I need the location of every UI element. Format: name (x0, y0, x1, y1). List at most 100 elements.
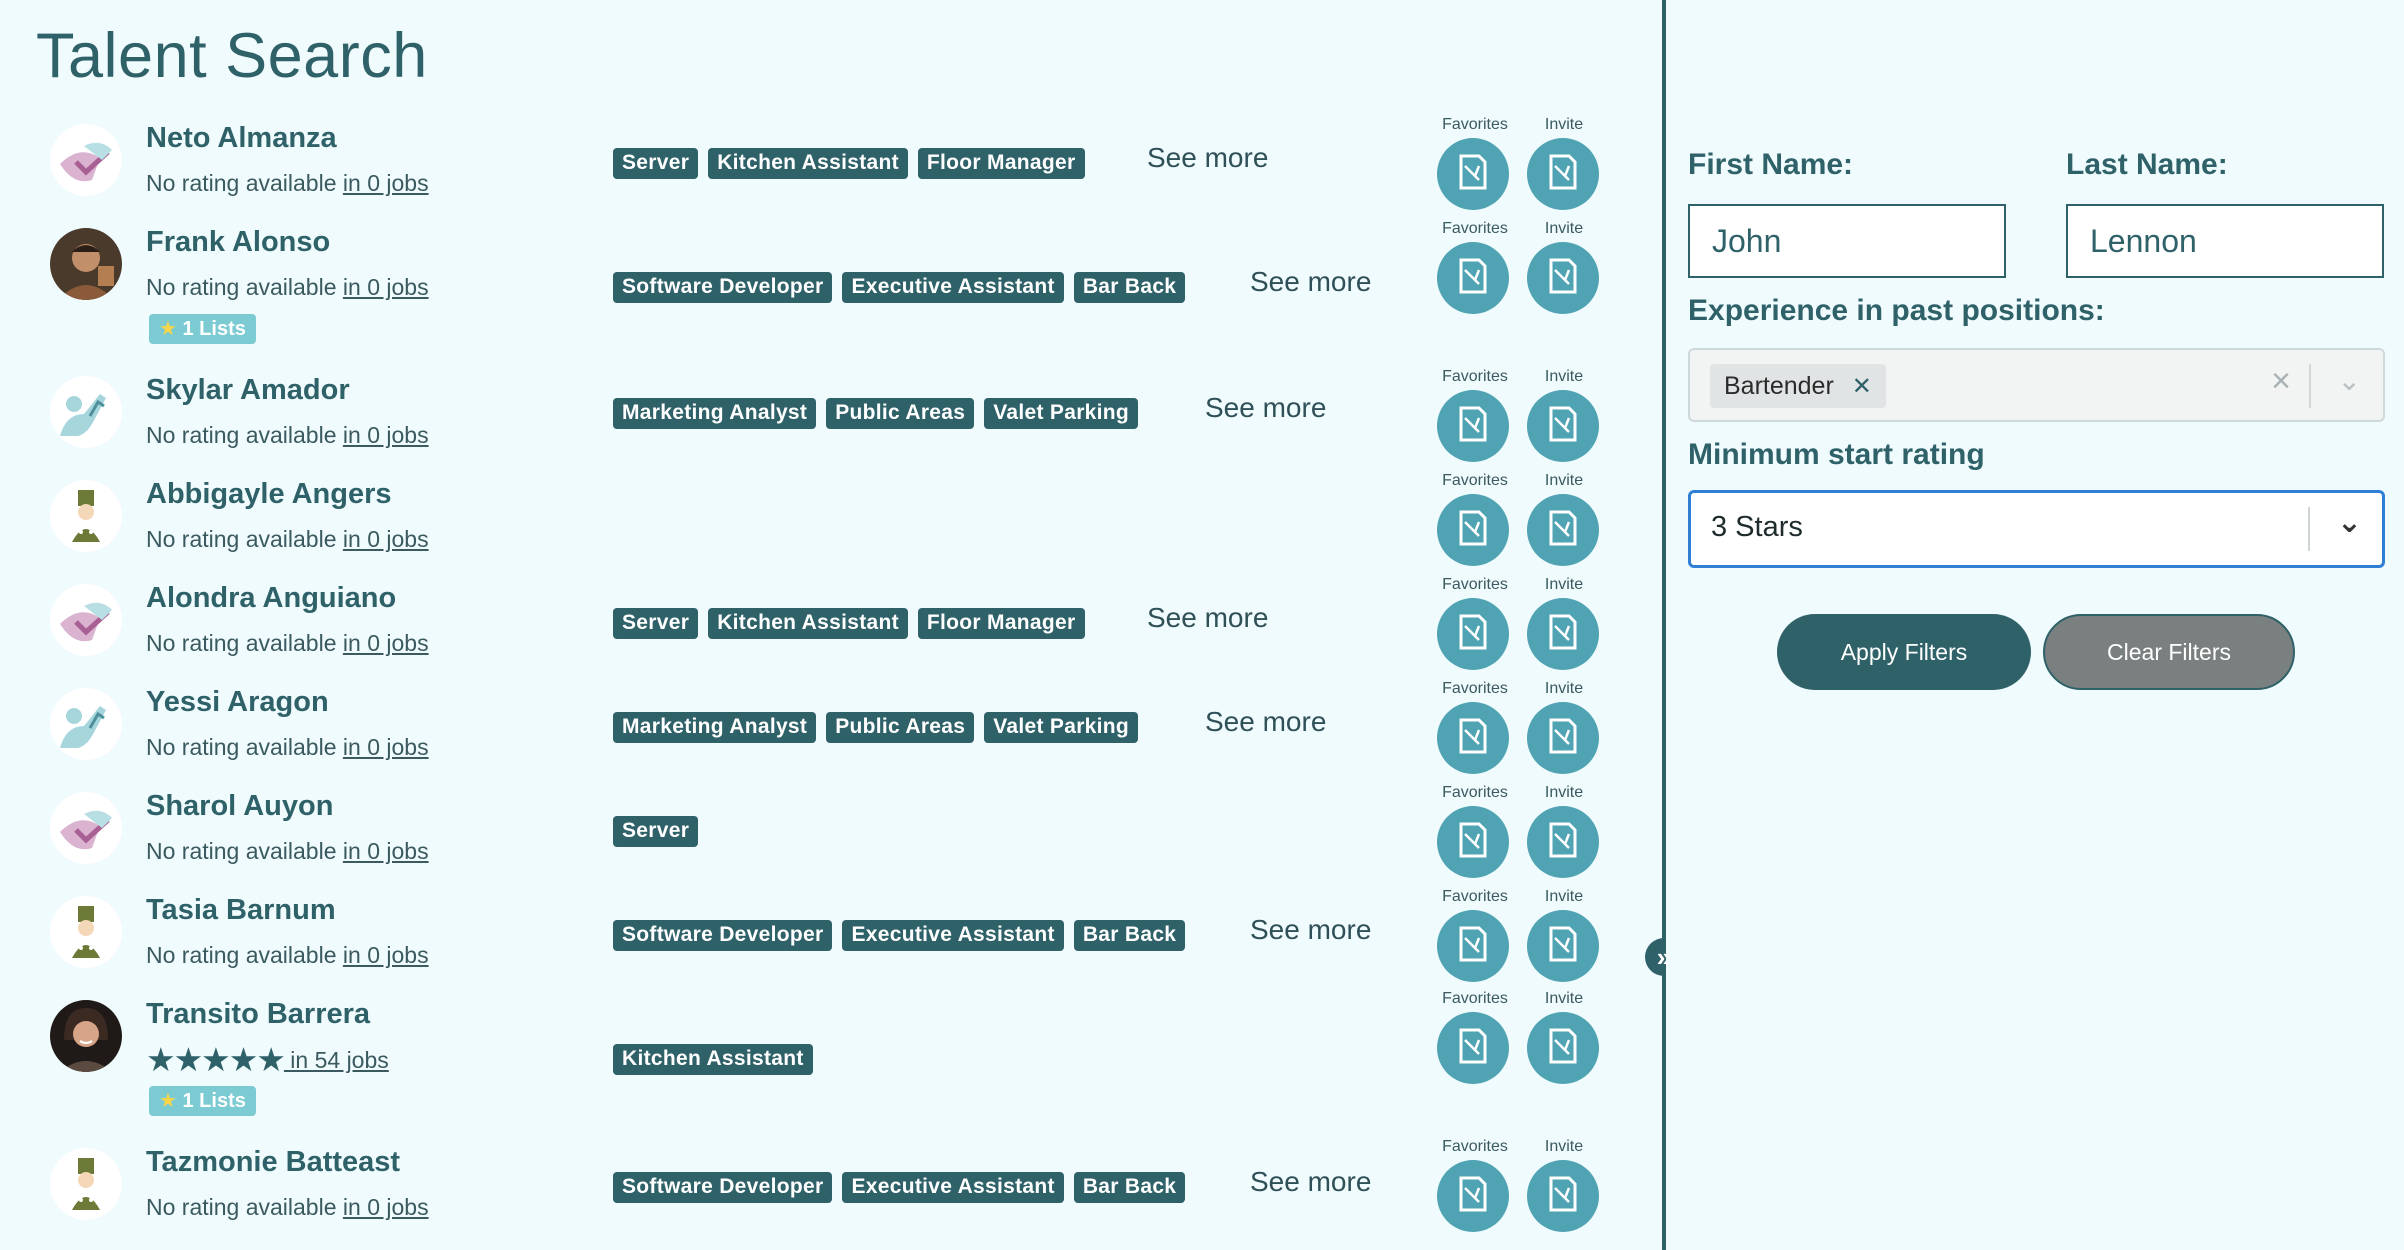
invite-button[interactable] (1527, 702, 1599, 774)
chevron-down-icon[interactable]: ⌄ (2338, 364, 2361, 397)
add-to-favorites-button[interactable] (1437, 1160, 1509, 1232)
position-tag: Bar Back (1073, 1172, 1186, 1203)
first-name-input[interactable] (1688, 204, 2006, 278)
experience-multiselect[interactable]: Bartender ✕ × ⌄ (1688, 348, 2385, 422)
document-icon (1543, 256, 1583, 301)
position-tag: Floor Manager (917, 608, 1085, 639)
candidate-rating: No rating available in 0 jobs (146, 734, 429, 761)
rating-text: No rating available (146, 838, 337, 864)
favorites-label: Favorites (1442, 116, 1508, 133)
invite-button[interactable] (1527, 910, 1599, 982)
candidate-rating: No rating available in 0 jobs (146, 838, 429, 865)
candidate-name[interactable]: Alondra Anguiano (146, 582, 396, 615)
position-tags: Server Kitchen Assistant Floor Manager (613, 608, 1085, 639)
last-name-input[interactable] (2066, 204, 2384, 278)
invite-label: Invite (1544, 368, 1584, 385)
candidate-name[interactable]: Tazmonie Batteast (146, 1146, 400, 1179)
jobs-link[interactable]: in 54 jobs (284, 1047, 388, 1073)
invite-button[interactable] (1527, 806, 1599, 878)
select-separator (2308, 507, 2310, 551)
candidate-name[interactable]: Tasia Barnum (146, 894, 336, 927)
lists-badge[interactable]: ★ 1 Lists (149, 314, 256, 344)
invite-button[interactable] (1527, 598, 1599, 670)
add-to-favorites-button[interactable] (1437, 598, 1509, 670)
invite-button[interactable] (1527, 138, 1599, 210)
rating-text: No rating available (146, 170, 337, 196)
see-more-link[interactable]: See more (1205, 706, 1326, 738)
favorites-label: Favorites (1442, 1138, 1508, 1155)
see-more-link[interactable]: See more (1250, 266, 1371, 298)
position-tag: Valet Parking (984, 398, 1139, 429)
apply-filters-button[interactable]: Apply Filters (1777, 614, 2031, 690)
position-tag: Valet Parking (984, 712, 1139, 743)
invite-label: Invite (1544, 1138, 1584, 1155)
clear-selection-icon[interactable]: × (2271, 362, 2291, 401)
invite-button[interactable] (1527, 1160, 1599, 1232)
candidate-name[interactable]: Sharol Auyon (146, 790, 333, 823)
position-tag: Marketing Analyst (613, 712, 817, 743)
document-icon (1453, 1174, 1493, 1219)
document-icon (1453, 612, 1493, 657)
position-tags: Marketing Analyst Public Areas Valet Parki… (613, 398, 1139, 429)
candidate-name[interactable]: Transito Barrera (146, 998, 370, 1031)
position-tag: Software Developer (613, 272, 833, 303)
candidate-name[interactable]: Abbigayle Angers (146, 478, 391, 511)
jobs-link[interactable]: in 0 jobs (343, 170, 429, 196)
rating-text: No rating available (146, 274, 337, 300)
jobs-link[interactable]: in 0 jobs (343, 838, 429, 864)
candidate-rating: No rating available in 0 jobs (146, 274, 429, 301)
jobs-link[interactable]: in 0 jobs (343, 942, 429, 968)
favorites-label: Favorites (1442, 990, 1508, 1007)
lists-badge[interactable]: ★ 1 Lists (149, 1086, 256, 1116)
chip-label: Bartender (1724, 371, 1834, 400)
see-more-link[interactable]: See more (1147, 142, 1268, 174)
avatar (50, 1000, 122, 1072)
see-more-link[interactable]: See more (1250, 1166, 1371, 1198)
jobs-link[interactable]: in 0 jobs (343, 734, 429, 760)
invite-button[interactable] (1527, 494, 1599, 566)
candidate-name[interactable]: Neto Almanza (146, 122, 337, 155)
add-to-favorites-button[interactable] (1437, 138, 1509, 210)
position-tag: Kitchen Assistant (613, 1044, 813, 1075)
add-to-favorites-button[interactable] (1437, 910, 1509, 982)
candidate-name[interactable]: Yessi Aragon (146, 686, 329, 719)
position-tag: Bar Back (1073, 272, 1186, 303)
see-more-link[interactable]: See more (1205, 392, 1326, 424)
star-icon: ★ (159, 318, 177, 340)
star-icon: ★ (159, 1090, 177, 1112)
favorites-label: Favorites (1442, 784, 1508, 801)
add-to-favorites-button[interactable] (1437, 1012, 1509, 1084)
candidate-name[interactable]: Skylar Amador (146, 374, 350, 407)
document-icon (1543, 820, 1583, 865)
jobs-link[interactable]: in 0 jobs (343, 274, 429, 300)
position-tags: Server Kitchen Assistant Floor Manager (613, 148, 1085, 179)
candidate-name[interactable]: Frank Alonso (146, 226, 330, 259)
position-tag: Public Areas (826, 398, 975, 429)
document-icon (1453, 820, 1493, 865)
invite-label: Invite (1544, 990, 1584, 1007)
document-icon (1543, 716, 1583, 761)
position-tags: Software Developer Executive Assistant Bar… (613, 272, 1186, 303)
add-to-favorites-button[interactable] (1437, 806, 1509, 878)
add-to-favorites-button[interactable] (1437, 390, 1509, 462)
see-more-link[interactable]: See more (1250, 914, 1371, 946)
min-rating-select[interactable]: 3 Stars ⌄ (1688, 490, 2385, 568)
avatar (50, 1148, 122, 1220)
jobs-link[interactable]: in 0 jobs (343, 1194, 429, 1220)
jobs-link[interactable]: in 0 jobs (343, 422, 429, 448)
jobs-link[interactable]: in 0 jobs (343, 630, 429, 656)
add-to-favorites-button[interactable] (1437, 702, 1509, 774)
clear-filters-button[interactable]: Clear Filters (2043, 614, 2295, 690)
add-to-favorites-button[interactable] (1437, 242, 1509, 314)
chevron-down-icon: ⌄ (2336, 506, 2362, 539)
jobs-link[interactable]: in 0 jobs (343, 526, 429, 552)
invite-button[interactable] (1527, 1012, 1599, 1084)
invite-button[interactable] (1527, 242, 1599, 314)
avatar (50, 896, 122, 968)
candidate-rating: No rating available in 0 jobs (146, 170, 429, 197)
see-more-link[interactable]: See more (1147, 602, 1268, 634)
add-to-favorites-button[interactable] (1437, 494, 1509, 566)
rating-text: No rating available (146, 942, 337, 968)
invite-button[interactable] (1527, 390, 1599, 462)
chip-remove-icon[interactable]: ✕ (1852, 372, 1872, 401)
